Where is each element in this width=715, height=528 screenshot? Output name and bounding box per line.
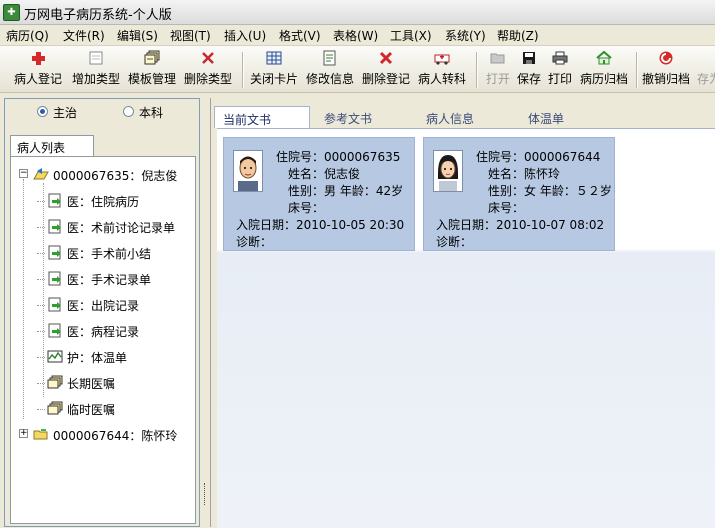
template-manage-button[interactable]: 模板管理 bbox=[128, 50, 176, 90]
printer-icon bbox=[552, 50, 568, 66]
tab-reference-documents[interactable]: 参考文书 bbox=[316, 106, 412, 128]
close-card-button[interactable]: 关闭卡片 bbox=[250, 50, 298, 90]
splitter-grip-icon bbox=[204, 483, 207, 505]
print-button[interactable]: 打印 bbox=[548, 50, 572, 90]
window-title: 万网电子病历系统-个人版 bbox=[24, 8, 172, 23]
tab-current-documents[interactable]: 当前文书 bbox=[214, 106, 310, 128]
delete-x-icon bbox=[378, 50, 394, 66]
radio-main-doctor-label: 主治 bbox=[53, 106, 78, 120]
floppy-disk-icon bbox=[521, 50, 537, 66]
document-panel: 当前文书 参考文书 病人信息 体温单 住院号：0000067635 姓名：倪志俊… bbox=[210, 98, 715, 528]
document-arrow-icon bbox=[47, 219, 63, 234]
document-arrow-icon bbox=[47, 193, 63, 208]
patient-cards-area: 住院号：0000067635 姓名：倪志俊 性别：男 年龄：42岁 床号： 入院… bbox=[217, 128, 715, 528]
delete-x-icon bbox=[200, 50, 216, 66]
stacked-forms-icon bbox=[47, 401, 63, 416]
tree-guide-line bbox=[43, 183, 44, 397]
ambulance-icon bbox=[434, 50, 450, 66]
undo-circle-icon bbox=[658, 50, 674, 66]
grid-card-icon bbox=[266, 50, 282, 66]
pane-splitter[interactable] bbox=[201, 98, 209, 527]
tab-patient-info[interactable]: 病人信息 bbox=[418, 106, 514, 128]
register-patient-button[interactable]: 病人登记 bbox=[14, 50, 62, 90]
delete-register-button[interactable]: 删除登记 bbox=[362, 50, 410, 90]
toolbar-separator bbox=[242, 52, 244, 88]
patient-tree: − 0000067635：倪志俊 医：住院病历 医：术前讨论记录单 医：手术前小… bbox=[10, 156, 196, 524]
document-arrow-icon bbox=[47, 323, 63, 338]
add-type-button[interactable]: 增加类型 bbox=[72, 50, 120, 90]
patient-panel: 主治 本科 病人列表 − 0000067635：倪志俊 医：住院病历 医：术前讨… bbox=[4, 98, 200, 527]
toolbar-separator bbox=[476, 52, 478, 88]
modify-info-button[interactable]: 修改信息 bbox=[306, 50, 354, 90]
stacked-forms-icon bbox=[144, 50, 160, 66]
expand-icon[interactable]: + bbox=[19, 429, 28, 438]
save-as-icon bbox=[701, 50, 715, 66]
toolbar: 病人登记 增加类型 模板管理 删除类型 关闭卡片 修改信息 删除登记 病人转科 … bbox=[0, 46, 715, 93]
save-button[interactable]: 保存 bbox=[517, 50, 541, 90]
radio-main-doctor[interactable] bbox=[37, 106, 48, 117]
temperature-chart-icon bbox=[47, 349, 63, 364]
document-arrow-icon bbox=[47, 271, 63, 286]
folder-open-icon bbox=[490, 50, 506, 66]
cancel-archive-button[interactable]: 撤销归档 bbox=[642, 50, 690, 90]
red-cross-icon bbox=[30, 50, 46, 66]
title-bar: ✚ 万网电子病历系统-个人版 bbox=[0, 0, 715, 25]
tab-patient-list[interactable]: 病人列表 bbox=[10, 135, 94, 157]
tree-guide-line bbox=[23, 179, 24, 419]
app-logo-icon: ✚ bbox=[3, 4, 20, 21]
menu-insert[interactable]: 插入(U) bbox=[224, 27, 266, 44]
collapse-icon[interactable]: − bbox=[19, 169, 28, 178]
radio-department[interactable] bbox=[123, 106, 134, 117]
menu-table[interactable]: 表格(W) bbox=[333, 27, 378, 44]
tree-item-patient-2[interactable]: + 0000067644：陈怀玲 bbox=[17, 425, 195, 445]
menu-record[interactable]: 病历(Q) bbox=[6, 27, 49, 44]
patient-card[interactable]: 住院号：0000067635 姓名：倪志俊 性别：男 年龄：42岁 床号： 入院… bbox=[223, 137, 415, 251]
stacked-forms-icon bbox=[47, 375, 63, 390]
female-avatar-icon bbox=[433, 150, 463, 192]
open-button[interactable]: 打开 bbox=[486, 50, 510, 90]
tab-temperature-chart[interactable]: 体温单 bbox=[520, 106, 616, 128]
menu-format[interactable]: 格式(V) bbox=[279, 27, 321, 44]
menu-view[interactable]: 视图(T) bbox=[170, 27, 211, 44]
save-as-button[interactable]: 存为 bbox=[697, 50, 715, 90]
document-arrow-icon bbox=[47, 245, 63, 260]
menu-system[interactable]: 系统(Y) bbox=[445, 27, 486, 44]
male-avatar-icon bbox=[233, 150, 263, 192]
transfer-patient-button[interactable]: 病人转科 bbox=[418, 50, 466, 90]
menu-bar: 病历(Q) 文件(R) 编辑(S) 视图(T) 插入(U) 格式(V) 表格(W… bbox=[0, 25, 715, 46]
patient-folder-icon bbox=[33, 167, 49, 182]
toolbar-separator bbox=[636, 52, 638, 88]
delete-type-button[interactable]: 删除类型 bbox=[184, 50, 232, 90]
document-tabs: 当前文书 参考文书 病人信息 体温单 bbox=[214, 106, 715, 128]
tree-item-patient-1[interactable]: − 0000067635：倪志俊 bbox=[17, 165, 195, 185]
document-arrow-icon bbox=[47, 297, 63, 312]
menu-edit[interactable]: 编辑(S) bbox=[117, 27, 158, 44]
patient-card[interactable]: 住院号：0000067644 姓名：陈怀玲 性别：女 年龄：５２岁 床号： 入院… bbox=[423, 137, 615, 251]
radio-department-label: 本科 bbox=[139, 106, 164, 120]
menu-file[interactable]: 文件(R) bbox=[63, 27, 105, 44]
menu-help[interactable]: 帮助(Z) bbox=[497, 27, 539, 44]
house-icon bbox=[596, 50, 612, 66]
doctor-scope-radio-group: 主治 本科 bbox=[5, 101, 199, 127]
archive-button[interactable]: 病历归档 bbox=[580, 50, 628, 90]
blank-form-icon bbox=[88, 50, 104, 66]
menu-tools[interactable]: 工具(X) bbox=[390, 27, 432, 44]
edit-form-icon bbox=[322, 50, 338, 66]
patient-folder-icon bbox=[33, 427, 49, 442]
